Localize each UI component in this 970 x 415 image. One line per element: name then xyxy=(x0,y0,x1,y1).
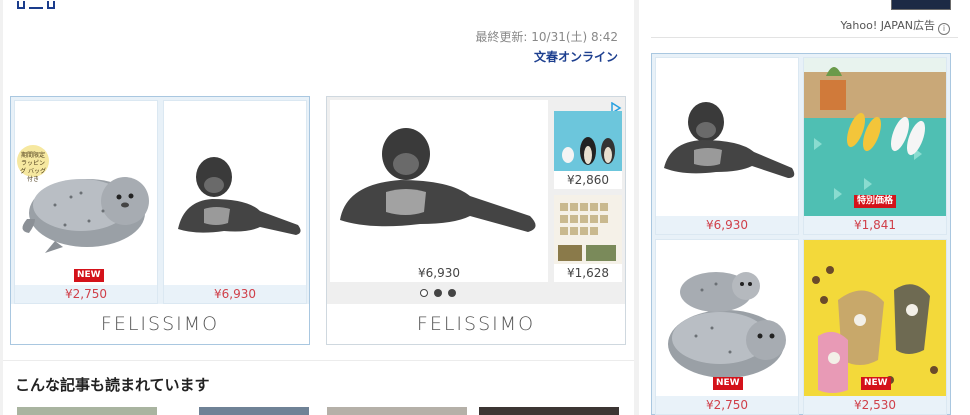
yahoo-ad-text: Yahoo! JAPAN広告 xyxy=(840,19,935,32)
animal-cards-image xyxy=(554,195,622,265)
gorilla-figure-image xyxy=(656,58,798,218)
penguin-figures-image xyxy=(554,111,622,173)
article-thumbnail[interactable] xyxy=(479,407,619,415)
yahoo-ad-label[interactable]: Yahoo! JAPAN広告 i xyxy=(840,17,950,35)
article-thumbnail[interactable] xyxy=(17,407,157,415)
felissimo-logo: FELISSIMO xyxy=(100,313,220,335)
article-thumbnail[interactable] xyxy=(199,407,309,415)
seal-plush-image xyxy=(15,101,157,287)
product-card-hamster-bags[interactable]: NEW ¥2,530 xyxy=(803,239,947,415)
last-updated: 最終更新: 10/31(土) 8:42 xyxy=(475,30,618,44)
product-card-cards[interactable]: ¥1,628 xyxy=(554,195,622,282)
price: ¥6,930 xyxy=(164,285,306,303)
felissimo-logo-bar[interactable]: FELISSIMO xyxy=(327,304,625,344)
product-card-gorilla[interactable]: ¥6,930 xyxy=(163,100,307,304)
price: ¥2,750 xyxy=(656,396,798,414)
product-card-seal-stack[interactable]: NEW ¥2,750 xyxy=(655,239,799,415)
felissimo-logo-bar[interactable]: FELISSIMO xyxy=(11,304,309,344)
carousel-dot[interactable] xyxy=(448,289,456,297)
price: ¥1,841 xyxy=(804,216,946,234)
related-articles-heading: こんな記事も読まれています xyxy=(15,376,210,394)
sidebar-top-thumbnail[interactable] xyxy=(891,0,951,10)
ad-unit-felissimo-1[interactable]: 期間限定 ラッピング バッグ付き NEW ¥2,750 ¥6,930 FELIS… xyxy=(10,96,310,345)
gorilla-figure-image xyxy=(164,101,306,287)
main-column: 最終更新: 10/31(土) 8:42 文春オンライン 期間限定 ラッピング バ… xyxy=(3,0,634,415)
gorilla-figure-image xyxy=(330,100,548,264)
new-badge: NEW xyxy=(861,377,891,390)
seal-plush-stack-image xyxy=(656,240,798,398)
price: ¥6,930 xyxy=(330,264,548,282)
sidebar-divider xyxy=(651,37,958,38)
felissimo-logo: FELISSIMO xyxy=(416,313,536,335)
product-card-gorilla-large[interactable]: ¥6,930 xyxy=(330,100,548,282)
new-badge: NEW xyxy=(713,377,743,390)
adchoices-icon[interactable] xyxy=(610,99,622,115)
ad-unit-felissimo-2[interactable]: ¥6,930 ¥2,860 ¥1,628 FELISSIMO xyxy=(326,96,626,345)
hamster-bags-image xyxy=(804,240,946,398)
shoes-on-mat-image xyxy=(804,58,946,218)
product-card-seal[interactable]: 期間限定 ラッピング バッグ付き NEW ¥2,750 xyxy=(14,100,158,304)
price: ¥2,530 xyxy=(804,396,946,414)
product-card-penguins[interactable]: ¥2,860 xyxy=(554,111,622,189)
info-icon[interactable]: i xyxy=(938,23,950,35)
title-fragment xyxy=(17,0,107,9)
section-divider xyxy=(3,360,634,361)
source-link[interactable]: 文春オンライン xyxy=(534,48,618,65)
price: ¥1,628 xyxy=(554,264,622,282)
price: ¥2,750 xyxy=(15,285,157,303)
wrapping-tag: 期間限定 ラッピング バッグ付き xyxy=(20,152,46,183)
carousel-dot[interactable] xyxy=(434,289,442,297)
carousel-dot[interactable] xyxy=(420,289,428,297)
carousel-dots[interactable] xyxy=(327,285,549,299)
price: ¥2,860 xyxy=(554,171,622,189)
product-card-gorilla[interactable]: ¥6,930 xyxy=(655,57,799,235)
article-thumbnail[interactable] xyxy=(327,407,467,415)
special-price-badge: 特別価格 xyxy=(854,195,897,208)
ad-unit-sidebar[interactable]: ¥6,930 特別価格 ¥1,841 NEW ¥2,750 NEW ¥2,530 xyxy=(651,53,951,415)
product-card-shoes[interactable]: 特別価格 ¥1,841 xyxy=(803,57,947,235)
sidebar: Yahoo! JAPAN広告 i ¥6,930 特別価格 ¥1,841 NEW … xyxy=(639,0,970,415)
new-badge: NEW xyxy=(74,269,104,282)
price: ¥6,930 xyxy=(656,216,798,234)
